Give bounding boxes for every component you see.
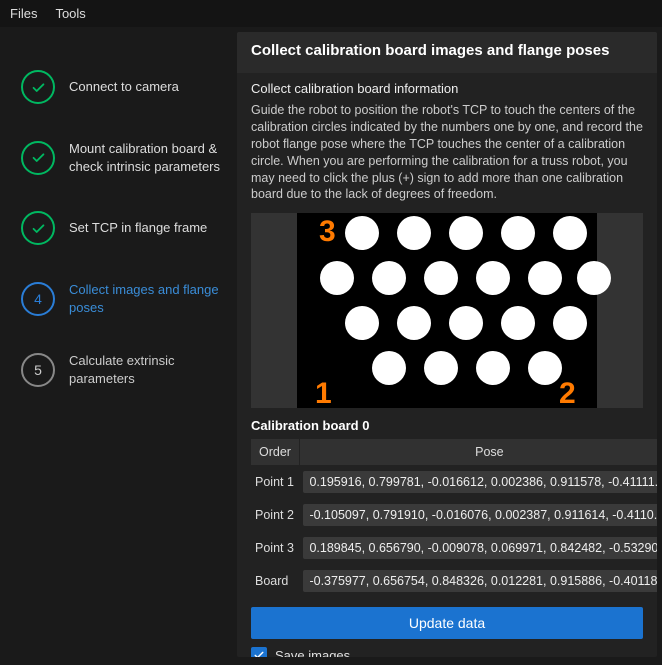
check-icon (253, 649, 265, 657)
step-label: Connect to camera (69, 78, 227, 96)
step-label: Collect images and flange poses (69, 281, 227, 316)
step-badge (21, 70, 55, 104)
section-subtitle: Collect calibration board information (251, 81, 643, 96)
table-row: Point 2-0.105097, 0.791910, -0.016076, 0… (251, 499, 657, 532)
step-label: Calculate extrinsic parameters (69, 352, 227, 387)
menu-tools[interactable]: Tools (55, 6, 85, 21)
row-order: Point 3 (251, 532, 299, 565)
check-icon (30, 79, 47, 96)
row-order: Point 1 (251, 466, 299, 499)
pose-value[interactable]: -0.105097, 0.791910, -0.016076, 0.002387… (303, 504, 657, 526)
step-badge (21, 141, 55, 175)
check-icon (30, 149, 47, 166)
step-label: Set TCP in flange frame (69, 219, 227, 237)
table-row: Board-0.375977, 0.656754, 0.848326, 0.01… (251, 565, 657, 598)
marker-3: 3 (319, 215, 336, 248)
save-images-label: Save images (275, 648, 350, 657)
table-row: Point 10.195916, 0.799781, -0.016612, 0.… (251, 466, 657, 499)
step-1[interactable]: Connect to camera (19, 52, 227, 122)
section-help-text: Guide the robot to position the robot's … (251, 102, 643, 203)
steps-sidebar: Connect to camera Mount calibration board… (5, 32, 237, 657)
pose-table: Order Pose Point 10.195916, 0.799781, -0… (251, 439, 657, 597)
step-badge: 4 (21, 282, 55, 316)
step-3[interactable]: Set TCP in flange frame (19, 193, 227, 263)
col-order: Order (251, 439, 299, 466)
board-title: Calibration board 0 (251, 418, 643, 433)
step-4[interactable]: 4 Collect images and flange poses (19, 263, 227, 334)
pose-value[interactable]: -0.375977, 0.656754, 0.848326, 0.012281,… (303, 570, 657, 592)
check-icon (30, 220, 47, 237)
step-2[interactable]: Mount calibration board & check intrinsi… (19, 122, 227, 193)
step-5[interactable]: 5 Calculate extrinsic parameters (19, 334, 227, 405)
menubar: Files Tools (0, 0, 662, 27)
main-panel: Collect calibration board images and fla… (237, 32, 657, 657)
step-label: Mount calibration board & check intrinsi… (69, 140, 227, 175)
step-badge: 5 (21, 353, 55, 387)
pose-value[interactable]: 0.195916, 0.799781, -0.016612, 0.002386,… (303, 471, 657, 493)
row-order: Point 2 (251, 499, 299, 532)
col-pose: Pose (299, 439, 657, 466)
menu-files[interactable]: Files (10, 6, 37, 21)
marker-1: 1 (315, 377, 332, 408)
row-order: Board (251, 565, 299, 598)
page-title: Collect calibration board images and fla… (251, 42, 643, 59)
step-badge (21, 211, 55, 245)
update-data-button[interactable]: Update data (251, 607, 643, 639)
marker-2: 2 (559, 377, 576, 408)
calibration-board-image: 3 1 2 (251, 213, 643, 408)
table-row: Point 30.189845, 0.656790, -0.009078, 0.… (251, 532, 657, 565)
pose-value[interactable]: 0.189845, 0.656790, -0.009078, 0.069971,… (303, 537, 657, 559)
save-images-checkbox[interactable] (251, 647, 267, 657)
